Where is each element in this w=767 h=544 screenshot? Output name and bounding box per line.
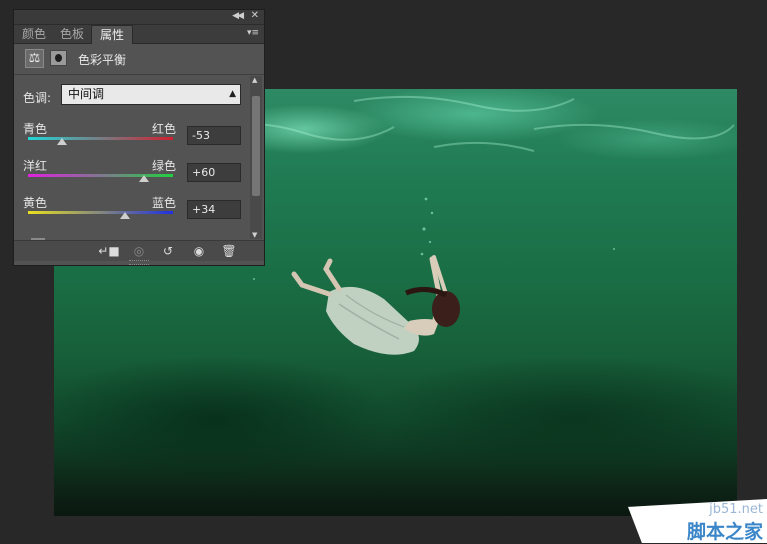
slider-thumb[interactable]: [139, 175, 149, 182]
cyan-red-slider: 青色 红色 -53: [23, 120, 241, 156]
visibility-eye-icon[interactable]: ◉: [188, 241, 210, 261]
properties-header: ⚖ 色彩平衡: [14, 44, 264, 75]
slider-right-label: 绿色: [152, 159, 177, 173]
slider-value-input[interactable]: +60: [187, 163, 241, 182]
slider-right-label: 蓝色: [152, 196, 177, 210]
watermark-site: jb51.net: [709, 502, 763, 517]
scroll-up-icon[interactable]: ▲: [252, 76, 257, 84]
dropdown-arrows-icon: ▲: [229, 89, 236, 99]
panel-bottom-toolbar: ↵■ ◎ ↺ ◉ 🗑: [14, 240, 264, 261]
tab-color[interactable]: 颜色: [14, 25, 54, 43]
slider-track[interactable]: [28, 174, 173, 177]
slider-left-label: 黄色: [23, 196, 48, 210]
properties-panel: ◀◀ ✕ 颜色 色板 属性 ▾≡ ⚖ 色彩平衡 色调: 中间调 ▲ 青色 红色 …: [13, 9, 265, 266]
close-icon[interactable]: ✕: [251, 10, 259, 21]
tab-swatches[interactable]: 色板: [52, 25, 92, 43]
yellow-blue-slider: 黄色 蓝色 +34: [23, 194, 241, 230]
panel-resize-grip[interactable]: [129, 260, 149, 265]
slider-value-input[interactable]: -53: [187, 126, 241, 145]
tone-selected-value: 中间调: [68, 87, 105, 101]
magenta-green-slider: 洋红 绿色 +60: [23, 157, 241, 193]
scroll-down-icon[interactable]: ▼: [252, 231, 257, 239]
scroll-thumb[interactable]: [252, 96, 260, 196]
panel-title-bar[interactable]: ◀◀ ✕: [14, 10, 264, 25]
view-previous-icon[interactable]: ◎: [128, 241, 150, 261]
tab-properties[interactable]: 属性: [91, 25, 134, 44]
slider-track[interactable]: [28, 211, 173, 214]
collapse-panel-icon[interactable]: ◀◀: [232, 11, 244, 21]
reset-icon[interactable]: ↺: [157, 241, 179, 261]
slider-left-label: 青色: [23, 122, 48, 136]
adjustment-title: 色彩平衡: [78, 53, 127, 67]
watermark-name: 脚本之家: [686, 521, 763, 543]
slider-thumb[interactable]: [120, 212, 131, 219]
slider-left-label: 洋红: [23, 159, 48, 173]
trash-icon[interactable]: 🗑: [218, 241, 240, 261]
tone-dropdown[interactable]: 中间调 ▲: [61, 84, 241, 105]
slider-value-input[interactable]: +34: [187, 200, 241, 219]
tone-label: 色调:: [23, 91, 52, 105]
panel-tab-bar: 颜色 色板 属性 ▾≡: [14, 25, 264, 44]
panel-scrollbar[interactable]: ▲ ▼: [250, 76, 262, 239]
balance-scale-icon: ⚖: [25, 49, 44, 68]
slider-thumb[interactable]: [57, 138, 68, 145]
panel-menu-icon[interactable]: ▾≡: [247, 28, 259, 38]
slider-track[interactable]: [28, 137, 173, 140]
clip-to-layer-icon[interactable]: ↵■: [98, 241, 120, 261]
layer-mask-icon[interactable]: [50, 50, 67, 66]
slider-right-label: 红色: [152, 122, 177, 136]
